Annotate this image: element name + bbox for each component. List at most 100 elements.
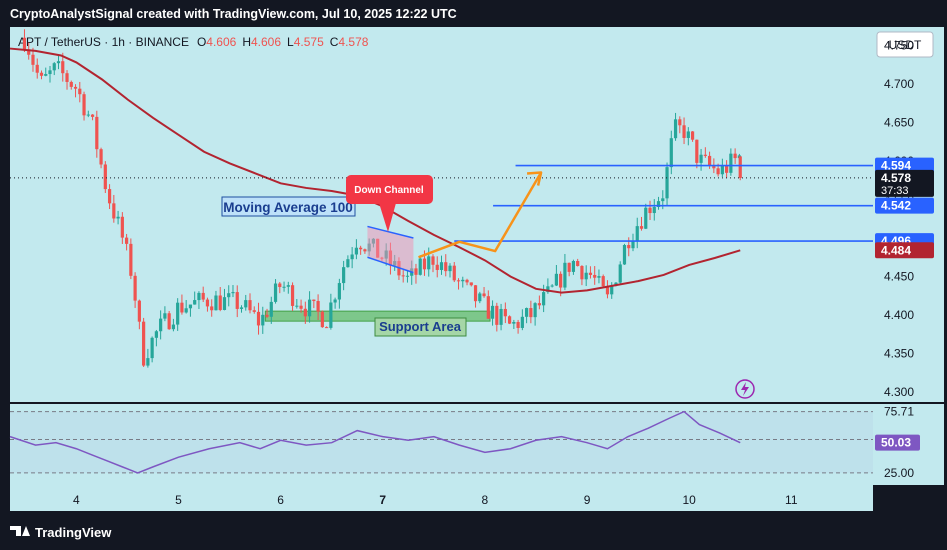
candle-body xyxy=(261,314,265,326)
tradingview-logo-mark[interactable] xyxy=(22,526,30,536)
x-tick-label: 11 xyxy=(785,493,798,507)
candle-body xyxy=(69,81,73,87)
candle-body xyxy=(295,305,299,307)
candle xyxy=(622,243,627,265)
candle-body xyxy=(112,203,116,219)
x-tick-label: 8 xyxy=(482,493,489,507)
candle-body xyxy=(86,114,90,116)
candle-body xyxy=(673,119,678,139)
candle-body xyxy=(312,299,316,302)
candle-body xyxy=(235,292,239,309)
candle-body xyxy=(337,283,341,300)
candle-body xyxy=(269,301,273,317)
candle-body xyxy=(142,321,146,366)
tradingview-logo-mark[interactable] xyxy=(10,526,21,536)
attribution-text: CryptoAnalystSignal created with Trading… xyxy=(10,7,457,21)
candle-body xyxy=(222,297,227,310)
candle-body xyxy=(720,165,724,175)
support-area-label-text: Support Area xyxy=(379,319,462,334)
candle-body xyxy=(431,256,435,265)
candle-body xyxy=(597,276,601,278)
candle-body xyxy=(725,165,729,173)
candle-body xyxy=(665,167,669,199)
candle-body xyxy=(461,279,465,282)
candle-body xyxy=(516,321,520,328)
candle-body xyxy=(401,275,405,277)
candle xyxy=(601,274,605,287)
down-channel-callout-text: Down Channel xyxy=(354,185,424,196)
candle-body xyxy=(116,216,120,219)
candle-body xyxy=(716,168,720,175)
candle-body xyxy=(678,119,682,126)
candle-body xyxy=(218,295,222,310)
candle-body xyxy=(478,293,482,302)
candle-body xyxy=(503,308,507,317)
candle xyxy=(103,161,107,194)
candle-body xyxy=(661,198,665,202)
x-tick-label: 9 xyxy=(584,493,591,507)
last-candle xyxy=(738,156,742,181)
support-area-label: Support Area xyxy=(374,317,467,337)
candle-body xyxy=(201,292,205,300)
rsi-band xyxy=(10,411,873,473)
symbol-title: APT / TetherUS · 1h · BINANCE xyxy=(18,35,189,49)
candle-body xyxy=(320,311,324,328)
candle-body xyxy=(150,337,154,359)
candle-body xyxy=(333,299,337,303)
candle-body xyxy=(52,63,56,71)
candle-body xyxy=(405,275,410,277)
candle xyxy=(507,315,512,325)
tradingview-logo-text[interactable]: TradingView xyxy=(35,525,112,540)
candle-body xyxy=(184,308,188,313)
x-tick-label: 5 xyxy=(175,493,182,507)
y-tick-label: 4.700 xyxy=(884,77,914,91)
ohlc-value-h: 4.606 xyxy=(251,35,281,49)
candle-body xyxy=(56,61,61,64)
candle-body xyxy=(299,305,303,309)
candle-body xyxy=(107,189,112,204)
tradingview-logo[interactable]: TradingView xyxy=(10,525,112,540)
candle-body xyxy=(248,300,252,311)
candle-body xyxy=(90,114,95,117)
ohlc-value-l: 4.575 xyxy=(294,35,324,49)
candle-body xyxy=(571,260,576,272)
price-label: 4.542 xyxy=(875,197,934,214)
price-pane[interactable] xyxy=(10,27,873,402)
candle xyxy=(618,261,622,285)
candle-body xyxy=(593,274,597,278)
candle-body xyxy=(239,307,244,309)
candle-body xyxy=(486,296,490,319)
candle-body xyxy=(133,275,137,301)
candle-body xyxy=(176,302,180,325)
candle-body xyxy=(167,313,171,330)
chart-canvas[interactable]: CryptoAnalystSignal created with Trading… xyxy=(0,0,947,550)
candle-body xyxy=(244,300,248,308)
candle-body xyxy=(39,72,44,76)
candle-body xyxy=(686,131,690,138)
ohlc-key-o: O xyxy=(197,35,206,49)
candle-body xyxy=(124,237,129,244)
candle-body xyxy=(103,164,107,190)
candle-body xyxy=(567,262,571,272)
moving-average-label: Moving Average 100 xyxy=(221,196,356,217)
candle-body xyxy=(520,316,524,328)
x-tick-label: 6 xyxy=(277,493,284,507)
candle-body xyxy=(95,116,99,150)
candle-body xyxy=(695,139,699,163)
candle-body xyxy=(529,308,533,318)
candle xyxy=(320,310,324,328)
candle-body xyxy=(559,273,563,288)
candle-body xyxy=(329,302,333,328)
candle-body xyxy=(473,285,478,302)
candle-body xyxy=(99,149,103,165)
candle xyxy=(129,238,133,280)
candle-body xyxy=(120,216,124,238)
price-label: 4.57837:33 xyxy=(875,169,934,197)
rsi-level-label: 75.71 xyxy=(884,405,914,419)
candle-body xyxy=(601,276,605,287)
candle-body xyxy=(533,303,537,318)
candle-body xyxy=(525,308,529,317)
time-scale[interactable] xyxy=(10,485,873,511)
candle-body xyxy=(738,156,742,178)
rsi-current-label: 50.03 xyxy=(875,434,920,451)
